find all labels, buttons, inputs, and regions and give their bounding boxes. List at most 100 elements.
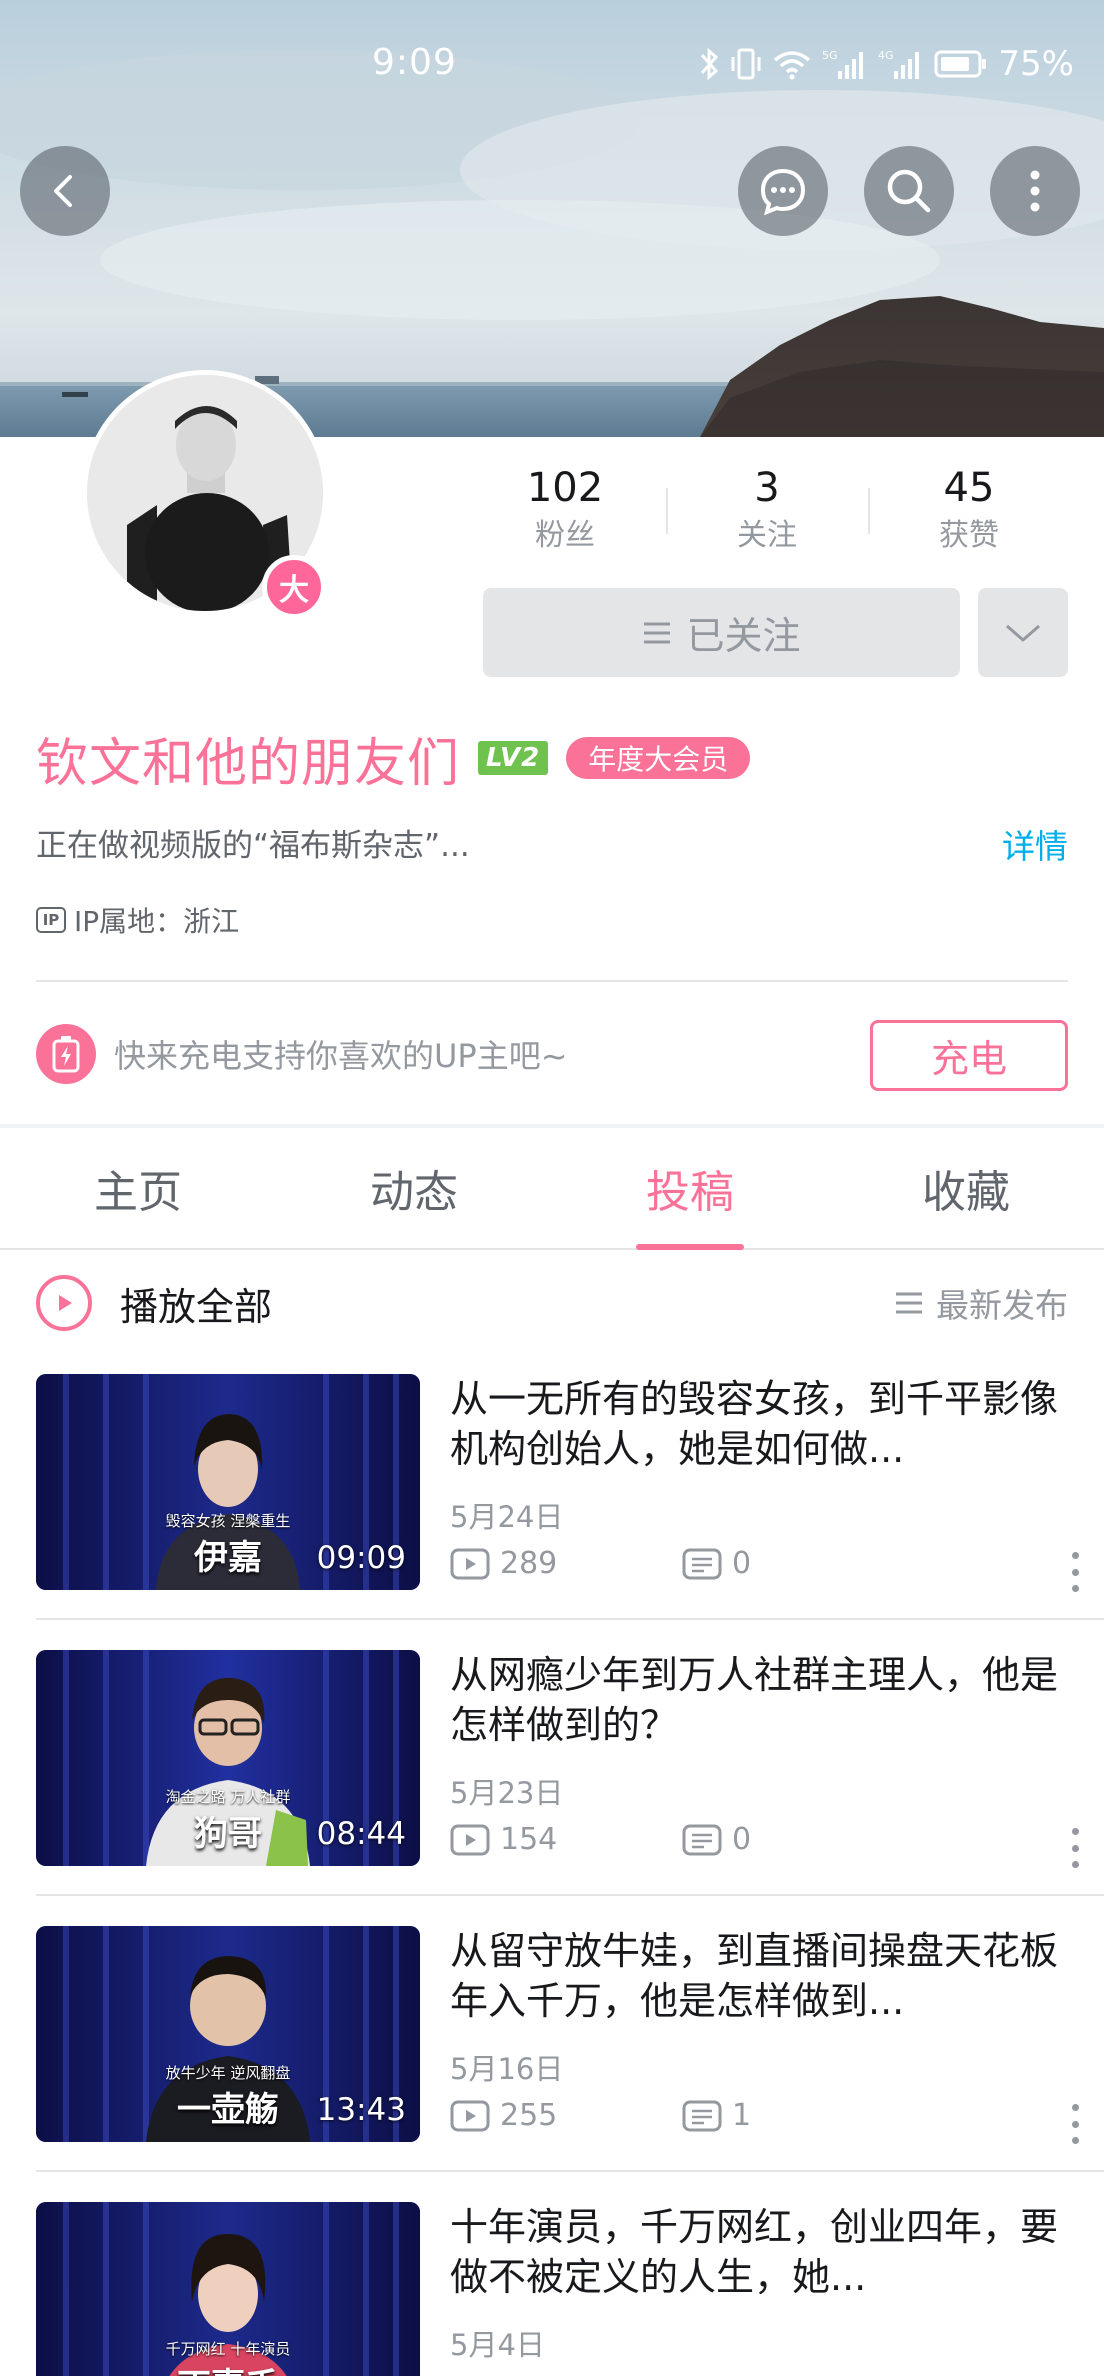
video-more-button[interactable] (1070, 2104, 1080, 2144)
video-title[interactable]: 从一无所有的毁容女孩，到千平影像机构创始人，她是如何做... (450, 1374, 1080, 1474)
tab-favorites[interactable]: 收藏 (828, 1128, 1104, 1248)
bluetooth-icon (701, 47, 719, 81)
divider (36, 1618, 1104, 1620)
stat-likes[interactable]: 45 获赞 (868, 462, 1070, 562)
comment-icon (682, 1824, 722, 1855)
ip-location-text: IP属地：浙江 (74, 905, 240, 938)
stat-fans-count: 102 (526, 465, 604, 511)
thumbnail-subtitle: 淘金之路 万人社群 (165, 1788, 291, 1806)
more-vertical-icon (1030, 170, 1040, 212)
message-button[interactable] (738, 146, 828, 236)
vip-badge[interactable]: 年度大会员 (566, 737, 751, 779)
play-circle-icon[interactable] (36, 1275, 92, 1331)
search-button[interactable] (864, 146, 954, 236)
back-button[interactable] (20, 146, 110, 236)
stat-likes-label: 获赞 (939, 518, 999, 553)
battery-icon (934, 50, 987, 78)
svg-text:5G: 5G (822, 49, 838, 62)
video-date: 5月24日 (450, 1500, 564, 1534)
signal-5g-icon: 5G (822, 49, 864, 79)
view-count: 154 (450, 1822, 682, 1857)
comment-count: 0 (682, 1822, 751, 1857)
video-thumbnail[interactable]: 毁容女孩 涅槃重生 伊嘉 09:09 (36, 1374, 420, 1590)
chat-bubble-icon (760, 168, 806, 216)
stat-fans[interactable]: 102 粉丝 (464, 462, 666, 562)
thumbnail-subtitle: 放牛少年 逆风翻盘 (165, 2064, 291, 2082)
stat-fans-label: 粉丝 (535, 518, 595, 553)
battery-charge-icon (36, 1024, 96, 1084)
comment-count-text: 1 (732, 2098, 752, 2133)
ip-icon: IP (36, 907, 66, 933)
bio-text: 正在做视频版的“福布斯杂志”... (36, 828, 470, 864)
play-count-icon (450, 1824, 490, 1855)
video-title[interactable]: 十年演员，千万网红，创业四年，要做不被定义的人生，她... (450, 2202, 1080, 2302)
video-duration: 13:43 (316, 2092, 406, 2128)
video-thumbnail[interactable]: 千万网红 十年演员 丁嘉千 (36, 2202, 420, 2376)
svg-text:4G: 4G (878, 49, 894, 62)
video-thumbnail[interactable]: 淘金之路 万人社群 狗哥 08:44 (36, 1650, 420, 1866)
divider (36, 1894, 1104, 1896)
video-item[interactable]: 放牛少年 逆风翻盘 一壶觞 13:43 从留守放牛娃，到直播间操盘天花板年入千万… (36, 1926, 1104, 2202)
stat-following[interactable]: 3 关注 (666, 462, 868, 562)
follow-options-dropdown[interactable] (978, 588, 1068, 677)
thumbnail-title: 丁嘉千 (36, 2358, 420, 2376)
vibrate-icon (731, 48, 761, 80)
charge-button[interactable]: 充电 (870, 1020, 1068, 1091)
video-thumbnail[interactable]: 放牛少年 逆风翻盘 一壶觞 13:43 (36, 1926, 420, 2142)
video-title[interactable]: 从网瘾少年到万人社群主理人，他是怎样做到的？ (450, 1650, 1080, 1750)
video-duration: 08:44 (316, 1816, 406, 1852)
comment-count: 1 (682, 2098, 751, 2133)
stats-row: 102 粉丝 3 关注 45 获赞 (464, 462, 1070, 562)
video-item[interactable]: 千万网红 十年演员 丁嘉千 十年演员，千万网红，创业四年，要做不被定义的人生，她… (36, 2202, 1104, 2376)
comment-count: 0 (682, 1546, 751, 1581)
divider (36, 2170, 1104, 2172)
comment-count-text: 0 (732, 1822, 752, 1857)
play-count-icon (450, 2100, 490, 2131)
comment-icon (682, 1548, 722, 1579)
tab-home[interactable]: 主页 (0, 1128, 276, 1248)
bio-detail-link[interactable]: 详情 (1002, 820, 1068, 868)
sort-lines-icon (896, 1292, 922, 1314)
video-date: 5月16日 (450, 2052, 564, 2086)
video-item[interactable]: 毁容女孩 涅槃重生 伊嘉 09:09 从一无所有的毁容女孩，到千平影像机构创始人… (36, 1374, 1104, 1650)
play-count-icon (450, 1548, 490, 1579)
view-count-text: 289 (500, 1546, 558, 1581)
chevron-down-icon (1006, 624, 1040, 641)
status-time: 9:09 (372, 42, 457, 83)
video-date: 5月23日 (450, 1776, 564, 1810)
back-arrow-icon (54, 175, 72, 207)
view-count-text: 154 (500, 1822, 558, 1857)
view-count-text: 255 (500, 2098, 558, 2133)
profile-tabs: 主页 动态 投稿 收藏 (0, 1128, 1104, 1250)
play-all-row: 播放全部 最新发布 (36, 1270, 1068, 1336)
video-item[interactable]: 淘金之路 万人社群 狗哥 08:44 从网瘾少年到万人社群主理人，他是怎样做到的… (36, 1650, 1104, 1926)
video-title[interactable]: 从留守放牛娃，到直播间操盘天花板年入千万，他是怎样做到... (450, 1926, 1080, 2026)
video-meta: 154 0 (450, 1822, 751, 1857)
play-all-button[interactable]: 播放全部 (120, 1276, 272, 1331)
video-more-button[interactable] (1070, 1828, 1080, 1868)
charge-prompt-text: 快来充电支持你喜欢的UP主吧~ (114, 1037, 568, 1075)
view-count: 289 (450, 1546, 682, 1581)
video-date: 5月4日 (450, 2328, 545, 2362)
view-count: 255 (450, 2098, 682, 2133)
stat-following-label: 关注 (737, 518, 797, 553)
status-bar: 9:09 5G 4G 75% (0, 0, 1104, 130)
comment-count-text: 0 (732, 1546, 752, 1581)
video-meta: 289 0 (450, 1546, 751, 1581)
stat-likes-count: 45 (943, 465, 995, 511)
signal-4g-icon: 4G (878, 49, 920, 79)
tab-uploads[interactable]: 投稿 (552, 1128, 828, 1250)
username: 钦文和他的朋友们 (36, 733, 461, 794)
level-badge: LV2 (478, 741, 549, 775)
thumbnail-subtitle: 毁容女孩 涅槃重生 (165, 1512, 291, 1530)
more-options-button[interactable] (990, 146, 1080, 236)
followed-button[interactable]: 已关注 (483, 588, 960, 677)
ip-location: IP IP属地：浙江 (36, 900, 239, 940)
video-more-button[interactable] (1070, 1552, 1080, 1592)
tab-dynamics[interactable]: 动态 (276, 1128, 552, 1248)
sort-dropdown[interactable]: 最新发布 (894, 1270, 1068, 1336)
video-duration: 09:09 (316, 1540, 406, 1576)
video-meta: 255 1 (450, 2098, 751, 2133)
battery-percent: 75% (998, 44, 1074, 84)
followed-button-label: 已关注 (686, 614, 801, 658)
